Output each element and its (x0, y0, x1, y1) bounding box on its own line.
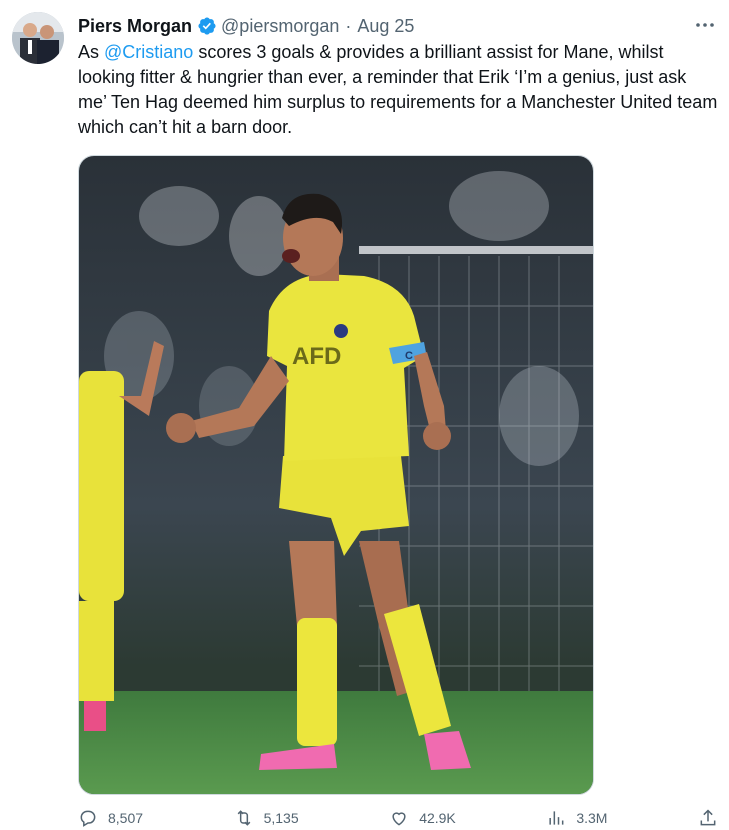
like-count: 42.9K (419, 810, 456, 826)
verified-badge-icon (198, 17, 216, 35)
views-count: 3.3M (576, 810, 608, 826)
more-options-icon[interactable] (693, 13, 717, 37)
mention-link[interactable]: @Cristiano (104, 42, 193, 62)
views-icon (549, 811, 564, 825)
like-icon (392, 812, 406, 826)
reply-count: 8,507 (108, 810, 144, 826)
tweet-timestamp[interactable]: Aug 25 (357, 16, 414, 37)
reply-button[interactable]: 8,507 (78, 808, 143, 828)
tweet-header: Piers Morgan @piersmorgan · Aug 25 (78, 13, 709, 39)
tweet-text: As @Cristiano scores 3 goals & provides … (78, 40, 718, 140)
tweet-action-bar: 8,507 5,135 42.9K 3.3M (78, 806, 718, 830)
armband-text: C (405, 350, 413, 362)
header-separator: · (345, 15, 352, 36)
retweet-button[interactable]: 5,135 (234, 808, 299, 828)
reply-icon (80, 810, 96, 827)
tweet-photo[interactable]: AFD C (78, 155, 594, 795)
share-icon (700, 809, 716, 826)
author-handle[interactable]: @piersmorgan (221, 16, 339, 37)
views-button[interactable]: 3.3M (546, 808, 607, 828)
retweet-icon (237, 810, 250, 826)
retweet-count: 5,135 (263, 810, 299, 826)
jersey-text: AFD (292, 343, 341, 370)
author-name[interactable]: Piers Morgan (78, 16, 192, 37)
author-avatar[interactable] (12, 12, 64, 64)
like-button[interactable]: 42.9K (389, 808, 456, 828)
tweet-text-prefix: As (78, 42, 105, 62)
share-button[interactable] (698, 808, 718, 828)
